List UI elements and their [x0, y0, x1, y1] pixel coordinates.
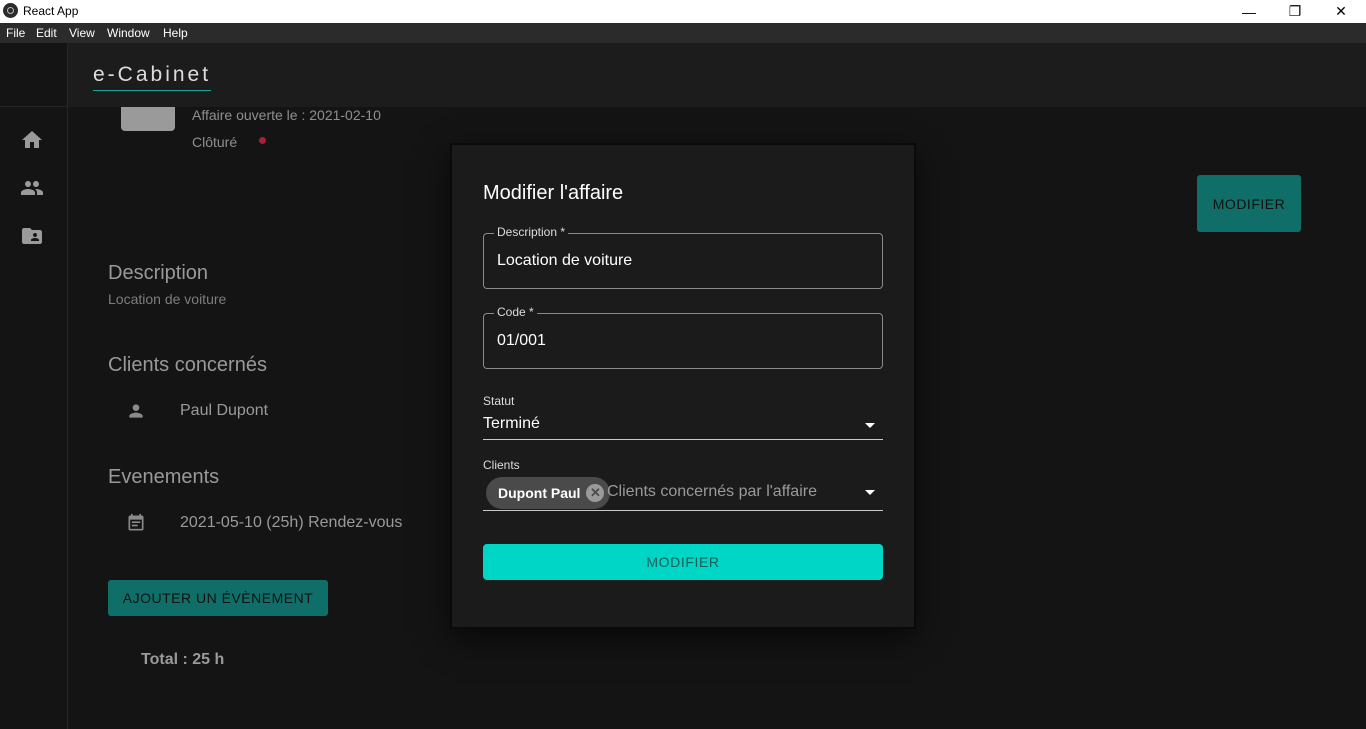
chevron-down-icon	[865, 490, 875, 495]
modify-affair-button[interactable]: MODIFIER	[1197, 175, 1301, 232]
menu-file[interactable]: File	[6, 26, 25, 40]
affair-opened-date: Affaire ouverte le : 2021-02-10	[192, 107, 381, 123]
window-titlebar: React App — ❐ ✕	[0, 0, 1366, 23]
sidebar-header	[0, 43, 67, 107]
add-event-button[interactable]: AJOUTER UN ÉVÈNEMENT	[108, 580, 328, 616]
statut-select[interactable]: Terminé	[483, 413, 883, 440]
submit-modify-button[interactable]: MODIFIER	[483, 544, 883, 580]
sidebar	[0, 43, 68, 729]
statut-label: Statut	[483, 394, 515, 408]
minimize-button[interactable]: —	[1226, 0, 1272, 23]
chip-remove-icon[interactable]: ✕	[586, 484, 605, 502]
client-item[interactable]: Paul Dupont	[180, 402, 268, 420]
affair-avatar	[121, 107, 175, 131]
edit-affair-dialog: Modifier l'affaire Description * Locatio…	[450, 143, 916, 629]
calendar-icon	[126, 513, 146, 533]
code-field-value[interactable]: 01/001	[497, 332, 546, 350]
menubar: File Edit View Window Help	[0, 23, 1366, 43]
menu-edit[interactable]: Edit	[36, 26, 57, 40]
description-text: Location de voiture	[108, 291, 227, 307]
close-button[interactable]: ✕	[1318, 0, 1364, 23]
folder-shared-icon[interactable]	[20, 224, 44, 248]
menu-view[interactable]: View	[69, 26, 95, 40]
menu-window[interactable]: Window	[107, 26, 150, 40]
restore-button[interactable]: ❐	[1272, 0, 1318, 23]
home-icon[interactable]	[20, 128, 44, 152]
total-hours: Total : 25 h	[141, 651, 225, 668]
dialog-title: Modifier l'affaire	[483, 182, 624, 204]
client-chip[interactable]: Dupont Paul ✕	[486, 477, 611, 509]
description-field[interactable]: Description * Location de voiture	[483, 225, 883, 289]
person-icon	[126, 401, 146, 421]
react-app-icon	[3, 3, 18, 18]
clients-heading: Clients concernés	[108, 354, 267, 376]
affair-status: Clôturé	[192, 134, 238, 150]
client-chip-label: Dupont Paul	[498, 485, 581, 501]
people-icon[interactable]	[20, 176, 44, 200]
events-heading: Evenements	[108, 466, 220, 488]
event-item[interactable]: 2021-05-10 (25h) Rendez-vous	[180, 514, 402, 532]
menu-help[interactable]: Help	[163, 26, 188, 40]
status-dot	[259, 137, 266, 144]
clients-select[interactable]: Dupont Paul ✕ Clients concernés par l'af…	[483, 476, 883, 511]
description-field-label: Description *	[494, 225, 569, 239]
window-title: React App	[23, 4, 79, 18]
clients-label: Clients	[483, 458, 520, 472]
code-field[interactable]: Code * 01/001	[483, 305, 883, 369]
description-field-value[interactable]: Location de voiture	[497, 252, 632, 270]
code-field-label: Code *	[494, 305, 537, 319]
statut-value: Terminé	[483, 415, 540, 432]
app-bar: e-Cabinet	[68, 43, 1366, 107]
clients-placeholder: Clients concernés par l'affaire	[607, 483, 817, 500]
chevron-down-icon	[865, 423, 875, 428]
brand-logo-text[interactable]: e-Cabinet	[93, 63, 212, 91]
description-heading: Description	[108, 262, 209, 284]
